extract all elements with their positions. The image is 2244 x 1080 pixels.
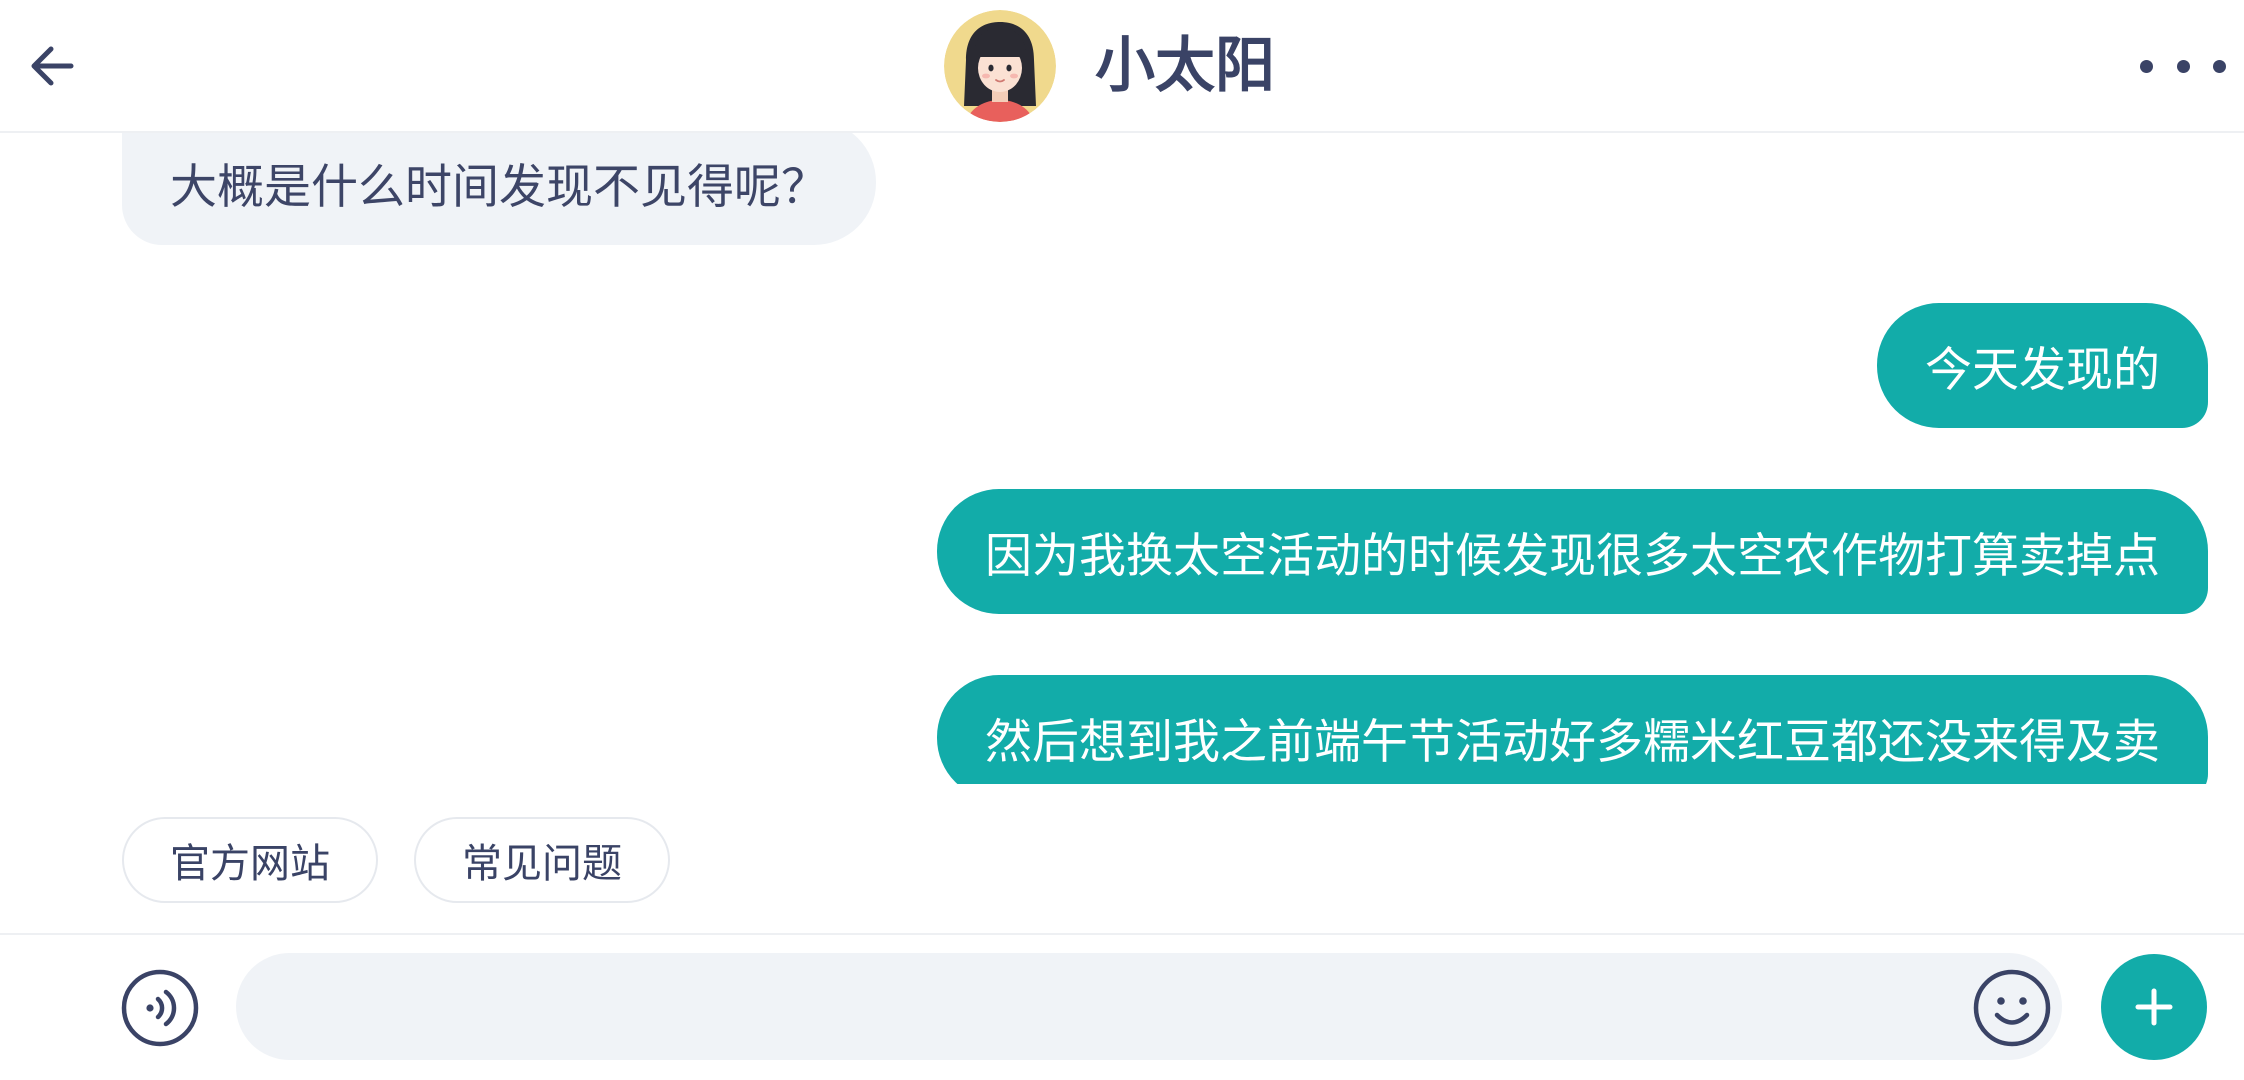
- message-bubble-user: 然后想到我之前端午节活动好多糯米红豆都还没来得及卖: [937, 675, 2208, 784]
- voice-icon: [121, 969, 199, 1047]
- more-horizontal-icon: [2140, 59, 2153, 73]
- page-title: 小太阳: [1095, 32, 1275, 99]
- message-bubble-user: 因为我换太空活动的时候发现很多太空农作物打算卖掉点: [937, 489, 2208, 614]
- message-text: 然后想到我之前端午节活动好多糯米红豆都还没来得及卖: [985, 715, 2160, 768]
- back-button[interactable]: [26, 42, 78, 90]
- chat-header: 小太阳: [0, 0, 2244, 133]
- voice-button[interactable]: [120, 968, 200, 1048]
- quick-reply-official-site[interactable]: 官方网站: [122, 817, 378, 903]
- message-text: 因为我换太空活动的时候发现很多太空农作物打算卖掉点: [985, 529, 2160, 582]
- message-text: 今天发现的: [1925, 343, 2160, 396]
- quick-reply-faq[interactable]: 常见问题: [414, 817, 670, 903]
- emoji-button[interactable]: [1972, 968, 2052, 1048]
- message-bubble-user: 今天发现的: [1877, 303, 2208, 428]
- emoji-icon: [1973, 969, 2051, 1047]
- message-input-field: [236, 953, 2062, 1062]
- message-input[interactable]: [276, 953, 1960, 1062]
- avatar[interactable]: [944, 10, 1056, 122]
- composer-divider: [0, 933, 2244, 935]
- add-attachment-button[interactable]: [2101, 954, 2207, 1060]
- more-button[interactable]: [2140, 50, 2226, 82]
- plus-icon: [2135, 988, 2173, 1026]
- more-dot: [2213, 59, 2226, 73]
- message-list[interactable]: 大概是什么时间发现不见得呢？ 今天发现的 因为我换太空活动的时候发现很多太空农作…: [0, 133, 2244, 784]
- more-dot: [2176, 59, 2190, 73]
- message-bubble-agent: 大概是什么时间发现不见得呢？: [122, 133, 876, 245]
- arrow-left-icon: [31, 46, 74, 86]
- message-text: 大概是什么时间发现不见得呢？: [170, 160, 828, 213]
- quick-reply-bar: 官方网站 常见问题: [122, 817, 670, 903]
